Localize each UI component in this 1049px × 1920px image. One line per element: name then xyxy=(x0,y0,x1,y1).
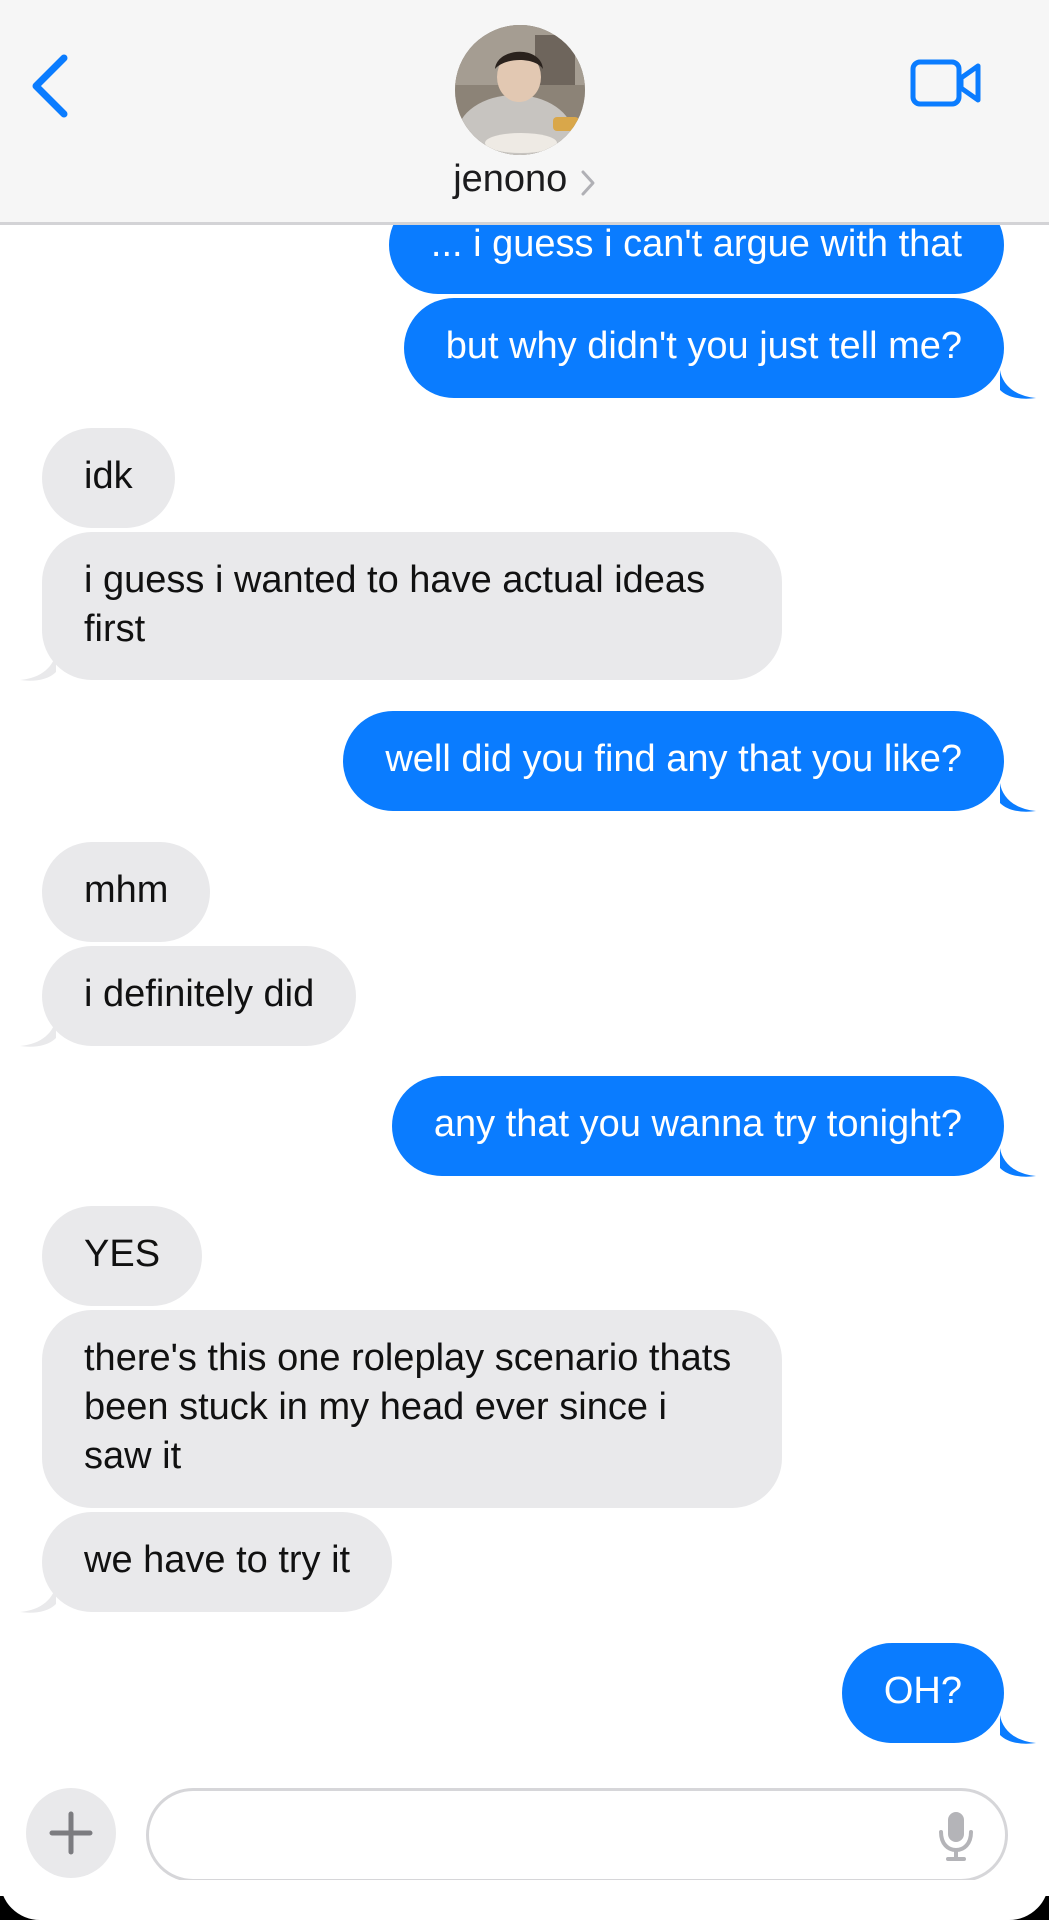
avatar-photo xyxy=(455,25,585,155)
message-bubble-received[interactable]: we have to try it xyxy=(42,1512,393,1612)
bubble-tail xyxy=(1000,1148,1036,1177)
bubble-tail xyxy=(1000,1715,1036,1744)
message-bubble-received[interactable]: there's this one roleplay scenario thats… xyxy=(42,1310,782,1508)
plus-icon xyxy=(49,1811,93,1855)
microphone-icon[interactable] xyxy=(936,1810,976,1862)
contact-name-button[interactable]: jenono xyxy=(0,158,1049,201)
message-text: well did you find any that you like? xyxy=(385,738,962,780)
message-text: we have to try it xyxy=(84,1539,351,1581)
chevron-left-icon[interactable] xyxy=(26,50,76,120)
message-bubble-received[interactable]: idk xyxy=(42,428,175,528)
message-bubble-sent[interactable]: any that you wanna try tonight? xyxy=(391,1076,1004,1176)
message-bubble-sent[interactable]: but why didn't you just tell me? xyxy=(403,298,1004,398)
conversation-header: jenono xyxy=(0,0,1049,225)
message-bubble-received[interactable]: i guess i wanted to have actual ideas fi… xyxy=(42,532,782,680)
message-text: there's this one roleplay scenario thats… xyxy=(84,1337,732,1477)
message-text: YES xyxy=(84,1233,161,1275)
message-text: i guess i wanted to have actual ideas fi… xyxy=(84,559,706,650)
bubble-tail xyxy=(20,1018,56,1047)
message-bubble-sent[interactable]: OH? xyxy=(841,1643,1004,1743)
chevron-right-icon xyxy=(581,170,595,196)
message-bubble-sent[interactable]: well did you find any that you like? xyxy=(343,711,1004,811)
message-thread[interactable]: ... i guess i can't argue with that but … xyxy=(0,0,1049,1920)
screen-bottom xyxy=(0,1880,1049,1920)
video-camera-icon[interactable] xyxy=(910,58,982,108)
message-input[interactable] xyxy=(146,1788,1008,1882)
message-text: idk xyxy=(84,455,133,497)
bubble-tail xyxy=(1000,370,1036,399)
message-bubble-received[interactable]: mhm xyxy=(42,842,211,942)
contact-name: jenono xyxy=(453,158,568,200)
contact-avatar[interactable] xyxy=(455,25,585,155)
message-text: OH? xyxy=(883,1670,962,1712)
bubble-tail xyxy=(1000,783,1036,812)
message-bubble-received[interactable]: i definitely did xyxy=(42,946,357,1046)
bubble-tail xyxy=(20,1584,56,1613)
message-text: but why didn't you just tell me? xyxy=(445,325,962,367)
message-text: any that you wanna try tonight? xyxy=(433,1103,962,1145)
message-text: ... i guess i can't argue with that xyxy=(430,223,962,265)
message-text: mhm xyxy=(84,869,169,911)
message-bubble-received[interactable]: YES xyxy=(42,1206,203,1306)
message-text: i definitely did xyxy=(84,973,315,1015)
plus-button[interactable] xyxy=(26,1788,116,1878)
bubble-tail xyxy=(20,652,56,681)
